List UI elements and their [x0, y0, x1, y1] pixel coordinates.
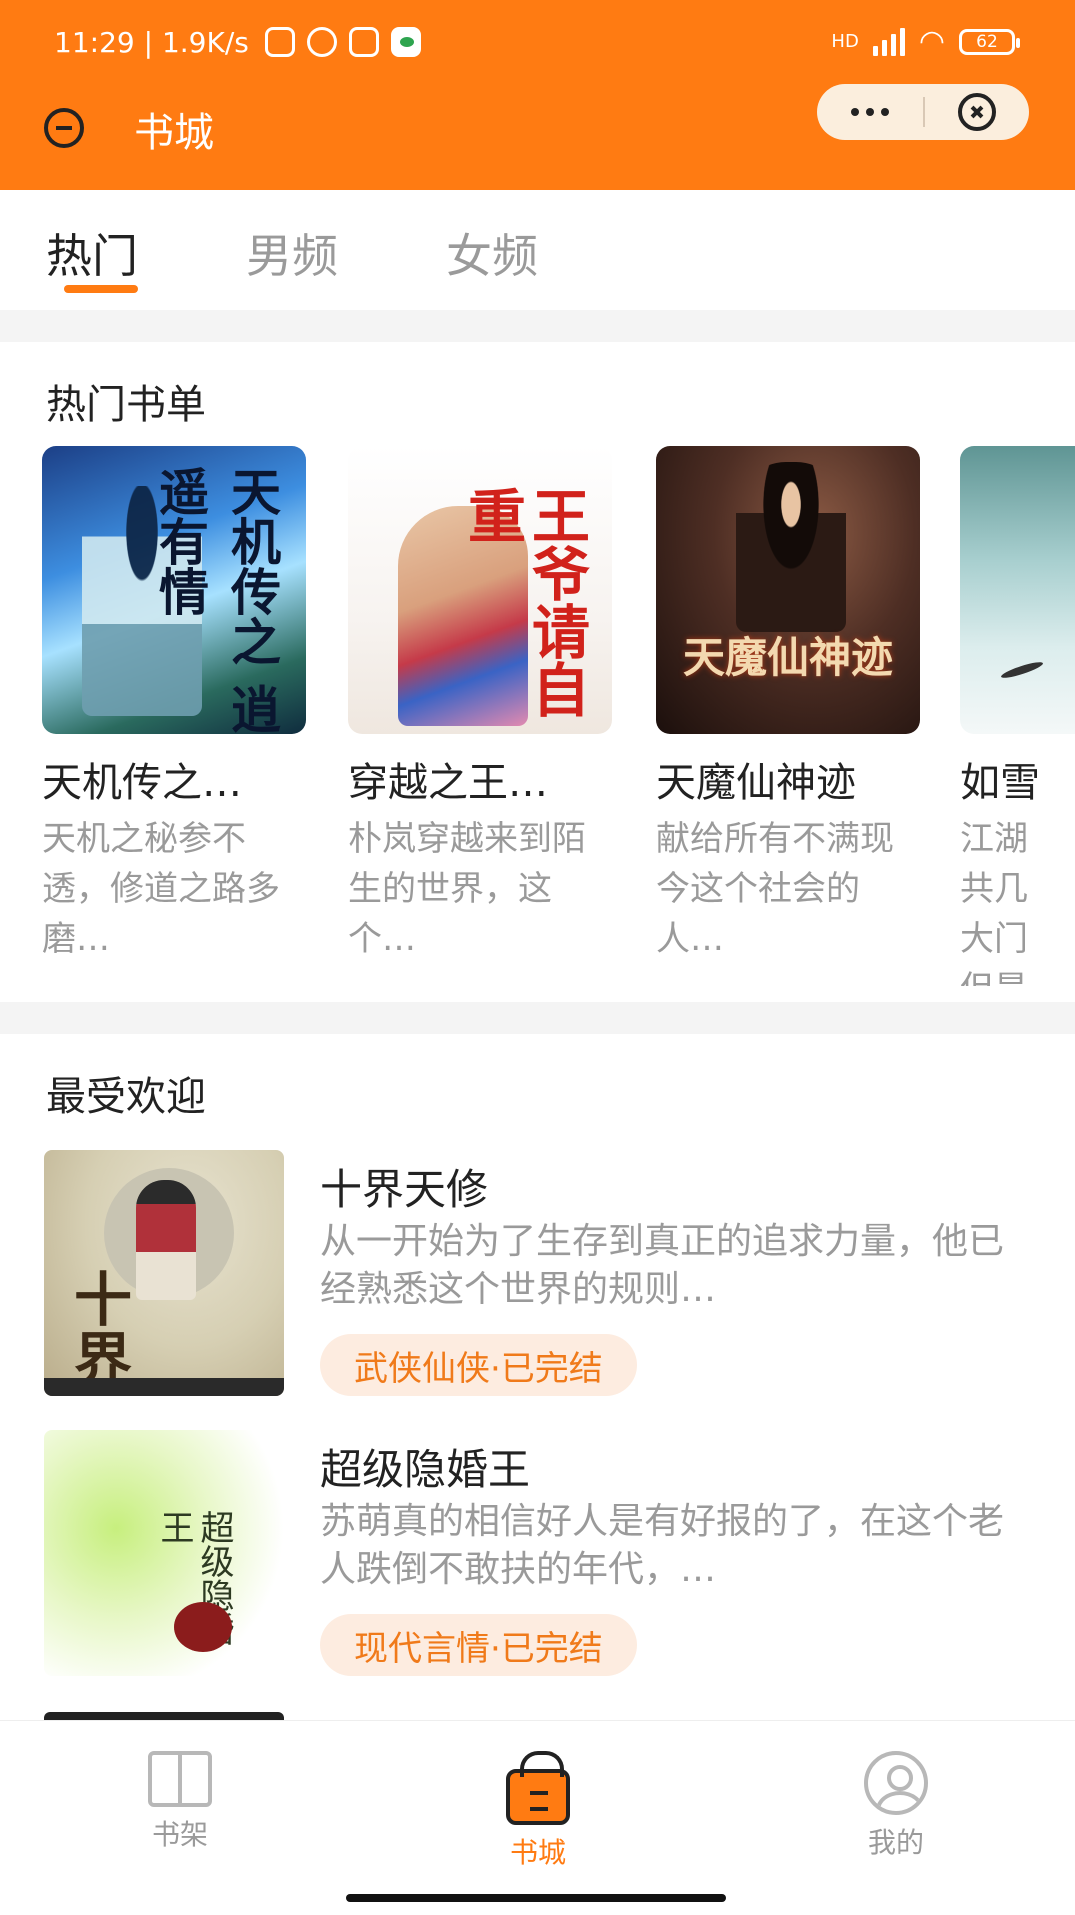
book-cover: 超级隐婚王	[44, 1430, 284, 1676]
genre-status-tag: 武侠仙侠·已完结	[320, 1334, 637, 1396]
home-icon[interactable]	[44, 108, 84, 148]
miniprogram-capsule	[817, 84, 1029, 140]
tabbar-label: 书架	[151, 1818, 208, 1851]
status-right: HD ◠ 62	[831, 24, 1020, 59]
more-dot-icon	[851, 108, 859, 116]
store-bag-icon	[506, 1751, 570, 1825]
tabbar-item-store[interactable]: 书城	[458, 1751, 618, 1871]
battery-level: 62	[976, 31, 998, 52]
status-time: 11:29	[54, 25, 135, 59]
book-title: 超级隐婚王	[320, 1445, 531, 1494]
category-tabs: 热门 男频 女频	[0, 190, 1075, 310]
wechat-icon	[390, 27, 421, 57]
section-divider	[0, 1002, 1075, 1034]
list-item-peek	[44, 1712, 284, 1720]
wifi-icon: ◠	[918, 24, 945, 59]
battery-icon: 62	[959, 28, 1020, 55]
book-desc: 江湖共几大门但是真	[960, 819, 1028, 986]
more-dot-icon	[866, 108, 874, 116]
status-speed: 1.9K/s	[161, 25, 249, 59]
section-title-hot-lists: 热门书单	[46, 382, 206, 428]
more-dot-icon	[881, 108, 889, 116]
book-cover: 王爷请自重	[348, 446, 612, 734]
cover-text: 超级隐婚王	[154, 1510, 234, 1646]
book-cover: 十界天修	[44, 1150, 284, 1396]
mute-icon	[264, 27, 295, 57]
tab-hot[interactable]: 热门	[46, 220, 138, 286]
book-cover: 天魔仙神迹	[656, 446, 920, 734]
tab-male[interactable]: 男频	[246, 220, 338, 286]
tabbar-item-bookshelf[interactable]: 书架	[100, 1751, 260, 1853]
book-desc: 献给所有不满现今这个社会的人…	[656, 819, 894, 959]
tabbar-item-mine[interactable]: 我的	[816, 1751, 976, 1861]
section-title-popular: 最受欢迎	[46, 1074, 206, 1120]
close-icon	[958, 93, 996, 131]
book-desc: 从一开始为了生存到真正的追求力量，他已经熟悉这个世界的规则…	[320, 1221, 1005, 1310]
tab-female[interactable]: 女频	[446, 220, 538, 286]
user-icon	[864, 1751, 928, 1815]
active-tab-indicator	[64, 285, 138, 293]
bottom-tab-bar: 书架 书城 我的	[0, 1720, 1075, 1915]
cover-text: 天魔仙神迹	[682, 633, 893, 682]
book-title: 穿越之王…	[348, 760, 548, 806]
book-desc: 苏萌真的相信好人是有好报的了，在这个老人跌倒不敢扶的年代，…	[320, 1501, 1005, 1590]
network-label: HD	[831, 31, 859, 52]
tabbar-label: 书城	[509, 1836, 566, 1869]
book-card[interactable]: 天机传之 逍遥有情 天机传之… 天机之秘参不透，修道之路多磨…	[42, 446, 306, 959]
close-button[interactable]	[925, 93, 1029, 131]
book-desc: 天机之秘参不透，修道之路多磨…	[42, 819, 280, 959]
book-card[interactable]: 如雪 江湖共几大门但是真	[960, 446, 1075, 986]
list-item[interactable]: 超级隐婚王 超级隐婚王 苏萌真的相信好人是有好报的了，在这个老人跌倒不敢扶的年代…	[44, 1430, 1034, 1680]
book-cover: 天机传之 逍遥有情	[42, 446, 306, 734]
home-indicator	[346, 1894, 726, 1902]
list-item[interactable]: 十界天修 十界天修 从一开始为了生存到真正的追求力量，他已经熟悉这个世界的规则……	[44, 1150, 1034, 1400]
more-button[interactable]	[817, 108, 923, 116]
book-title: 十界天修	[320, 1165, 489, 1214]
cover-strip	[44, 1378, 284, 1396]
tabbar-label: 我的	[867, 1826, 924, 1859]
cover-text: 天机传之 逍遥有情	[151, 466, 282, 734]
signal-icon	[872, 27, 905, 56]
cover-text: 王爷请自重	[458, 486, 590, 718]
book-desc: 朴岚穿越来到陌生的世界，这个…	[348, 819, 586, 959]
status-icons	[264, 27, 421, 57]
header-bar: 11:29 | 1.9K/s HD ◠ 62 书城	[0, 0, 1075, 190]
book-title: 如雪	[960, 760, 1040, 806]
genre-status-tag: 现代言情·已完结	[320, 1614, 637, 1676]
cover-figure	[999, 659, 1045, 681]
cover-seal	[174, 1602, 232, 1652]
status-separator: |	[134, 25, 162, 59]
book-card[interactable]: 天魔仙神迹 天魔仙神迹 献给所有不满现今这个社会的人…	[656, 446, 920, 959]
cover-figure	[736, 462, 846, 632]
section-divider	[0, 310, 1075, 342]
book-title: 天机传之…	[42, 760, 242, 806]
status-bar: 11:29 | 1.9K/s	[54, 22, 421, 62]
book-cover	[960, 446, 1075, 734]
page-title: 书城	[134, 110, 214, 156]
nfc-icon	[348, 27, 379, 57]
alarm-icon	[306, 27, 337, 57]
book-card[interactable]: 王爷请自重 穿越之王… 朴岚穿越来到陌生的世界，这个…	[348, 446, 612, 959]
book-title: 天魔仙神迹	[656, 760, 856, 806]
bookshelf-icon	[148, 1751, 212, 1807]
